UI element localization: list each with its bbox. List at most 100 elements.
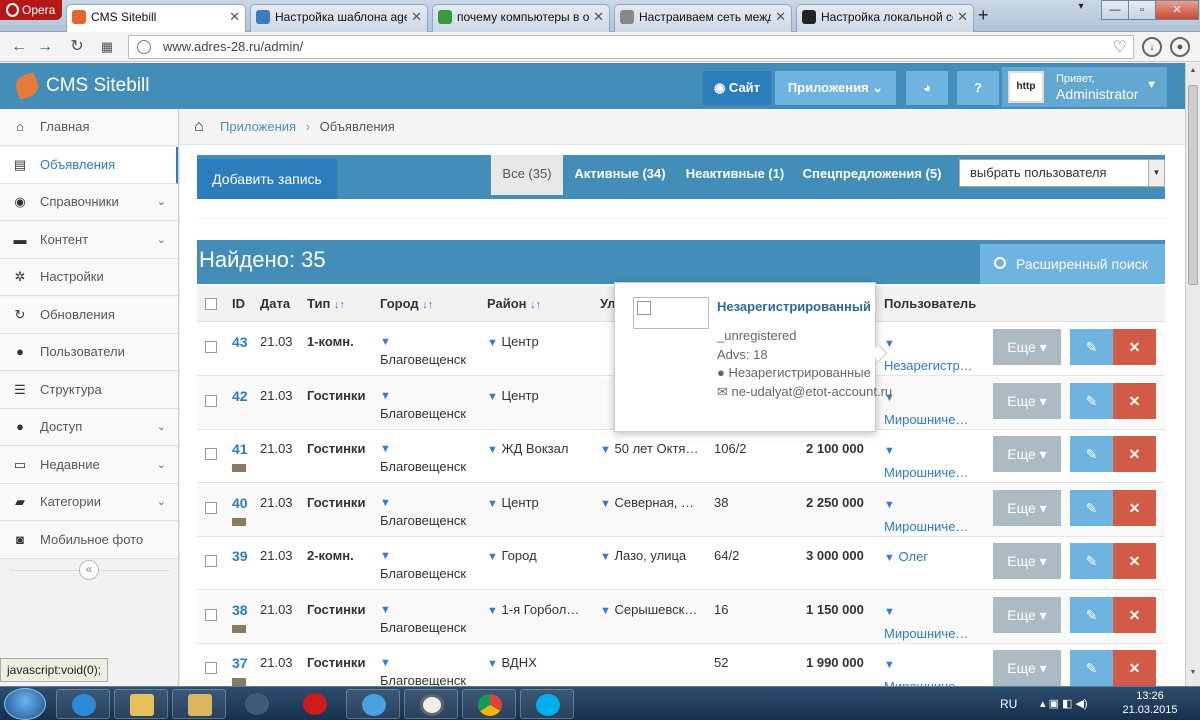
- browser-tab[interactable]: CMS Sitebill ✕: [66, 4, 246, 32]
- filter-icon[interactable]: ▼: [600, 444, 611, 456]
- reload-icon[interactable]: ↻: [66, 36, 88, 58]
- advanced-search-button[interactable]: Расширенный поиск: [980, 244, 1165, 284]
- browser-tab[interactable]: почему компьютеры в одн ✕: [432, 4, 610, 32]
- listing-id-link[interactable]: 43: [232, 334, 248, 350]
- more-dropdown-button[interactable]: Еще ▾: [993, 596, 1061, 633]
- filter-tab[interactable]: Спецпредложения (5): [797, 155, 947, 195]
- tray-icons[interactable]: ▴ ▣ ◧ ◀): [1040, 687, 1088, 720]
- maximize-button[interactable]: ▫: [1128, 0, 1156, 20]
- help-button[interactable]: ?: [957, 71, 999, 105]
- more-dropdown-button[interactable]: Еще ▾: [993, 650, 1061, 686]
- sidebar-item[interactable]: ▰ Категории ⌄: [0, 484, 178, 521]
- delete-button[interactable]: ✕: [1113, 596, 1156, 633]
- close-tab-icon[interactable]: ✕: [957, 5, 968, 29]
- taskbar-opera-active[interactable]: [404, 689, 458, 719]
- system-clock[interactable]: 13:26 21.03.2015: [1120, 689, 1180, 717]
- filter-icon[interactable]: ▼: [884, 659, 895, 671]
- sidebar-item[interactable]: ☰ Структура: [0, 371, 178, 409]
- apps-dropdown-button[interactable]: Приложения ⌄: [775, 71, 896, 105]
- filter-icon[interactable]: ▼: [600, 551, 611, 563]
- close-tab-icon[interactable]: ✕: [593, 5, 604, 29]
- delete-button[interactable]: ✕: [1113, 489, 1156, 526]
- col-district[interactable]: Район ↓↑: [487, 286, 541, 323]
- listing-user-link[interactable]: ▼Мирошниче…: [884, 439, 968, 484]
- row-checkbox[interactable]: [205, 608, 217, 621]
- close-window-button[interactable]: ✕: [1155, 0, 1199, 20]
- delete-button[interactable]: ✕: [1113, 436, 1156, 472]
- filter-icon[interactable]: ▼: [487, 391, 498, 403]
- listing-thumbnail[interactable]: [232, 624, 246, 633]
- page-scrollbar[interactable]: ▲ ▼: [1185, 63, 1200, 686]
- language-indicator[interactable]: RU: [1000, 687, 1017, 720]
- browser-tab[interactable]: Настройка шаблона agent ✕: [250, 4, 428, 32]
- sidebar-item[interactable]: ◙ Мобильное фото: [0, 521, 178, 559]
- listing-id-link[interactable]: 40: [232, 495, 248, 511]
- delete-button[interactable]: ✕: [1113, 382, 1156, 419]
- listing-id-link[interactable]: 37: [232, 655, 248, 671]
- filter-icon[interactable]: ▼: [487, 551, 498, 563]
- filter-icon[interactable]: ▼: [380, 550, 391, 562]
- more-dropdown-button[interactable]: Еще ▾: [993, 489, 1061, 526]
- filter-icon[interactable]: ▼: [380, 657, 391, 669]
- brand-logo[interactable]: CMS Sitebill: [12, 71, 149, 101]
- scroll-down-icon[interactable]: ▼: [1188, 669, 1198, 681]
- breadcrumb-parent-link[interactable]: Приложения: [220, 119, 296, 134]
- taskbar-chrome[interactable]: [462, 689, 516, 719]
- filter-icon[interactable]: ▼: [380, 604, 391, 616]
- edit-button[interactable]: ✎: [1070, 382, 1113, 419]
- taskbar-app[interactable]: [230, 689, 284, 719]
- url-input[interactable]: www.adres-28.ru/admin/ ♡: [128, 35, 1134, 59]
- sidebar-item[interactable]: ⌂ Главная: [0, 109, 178, 146]
- select-all-checkbox[interactable]: [205, 298, 217, 310]
- download-icon[interactable]: ↓: [1142, 37, 1162, 57]
- user-menu[interactable]: http Привет, Administrator ▼: [1002, 67, 1167, 107]
- filter-icon[interactable]: ▼: [600, 498, 611, 510]
- collapse-sidebar-button[interactable]: «: [79, 560, 99, 580]
- sidebar-item[interactable]: ● Доступ ⌄: [0, 409, 178, 446]
- site-info-icon[interactable]: [137, 40, 151, 54]
- row-checkbox[interactable]: [205, 448, 217, 460]
- listing-thumbnail[interactable]: [232, 678, 246, 686]
- edit-button[interactable]: ✎: [1070, 596, 1113, 633]
- close-tab-icon[interactable]: ✕: [775, 5, 786, 29]
- taskbar-media[interactable]: [172, 689, 226, 719]
- close-tab-icon[interactable]: ✕: [411, 5, 422, 29]
- filter-icon[interactable]: ▼: [487, 605, 498, 617]
- row-checkbox[interactable]: [205, 662, 217, 674]
- filter-icon[interactable]: ▼: [884, 499, 895, 511]
- edit-button[interactable]: ✎: [1070, 436, 1113, 472]
- add-record-button[interactable]: Добавить запись: [197, 159, 337, 199]
- sidebar-item[interactable]: ◉ Справочники ⌄: [0, 184, 178, 221]
- delete-button[interactable]: ✕: [1113, 329, 1156, 365]
- listing-user-link[interactable]: ▼ Олег: [884, 546, 928, 569]
- user-select[interactable]: выбрать пользователя ▼: [959, 159, 1165, 187]
- bookmark-heart-icon[interactable]: ♡: [1113, 37, 1127, 59]
- filter-icon[interactable]: ▼: [600, 605, 611, 617]
- sidebar-item[interactable]: ↻ Обновления: [0, 296, 178, 334]
- filter-icon[interactable]: ▼: [380, 443, 391, 455]
- account-icon[interactable]: ●: [1170, 37, 1190, 57]
- filter-icon[interactable]: ▼: [884, 552, 895, 564]
- col-id[interactable]: ID: [232, 286, 245, 322]
- listing-id-link[interactable]: 39: [232, 548, 248, 564]
- opera-menu-button[interactable]: Opera: [0, 0, 62, 20]
- filter-tab[interactable]: Активные (34): [567, 155, 673, 195]
- row-checkbox[interactable]: [205, 501, 217, 514]
- sidebar-item[interactable]: ✲ Настройки: [0, 259, 178, 296]
- speed-dial-icon[interactable]: ▦: [96, 36, 118, 58]
- row-checkbox[interactable]: [205, 341, 217, 353]
- sidebar-item[interactable]: ▤ Объявления: [0, 146, 178, 184]
- more-dropdown-button[interactable]: Еще ▾: [993, 543, 1061, 579]
- listing-thumbnail[interactable]: [232, 517, 246, 526]
- more-dropdown-button[interactable]: Еще ▾: [993, 436, 1061, 472]
- forward-icon[interactable]: →: [34, 36, 56, 58]
- sidebar-item[interactable]: ▭ Недавние ⌄: [0, 446, 178, 484]
- listing-id-link[interactable]: 41: [232, 441, 248, 457]
- listing-user-link[interactable]: ▼ Незарегистр…: [884, 332, 973, 377]
- more-dropdown-button[interactable]: Еще ▾: [993, 382, 1061, 419]
- taskbar-ie[interactable]: [56, 689, 110, 719]
- col-city[interactable]: Город ↓↑: [380, 286, 433, 323]
- filter-icon[interactable]: ▼: [884, 338, 895, 350]
- filter-icon[interactable]: ▼: [884, 606, 895, 618]
- listing-user-link[interactable]: ▼Мирошниче…: [884, 493, 968, 538]
